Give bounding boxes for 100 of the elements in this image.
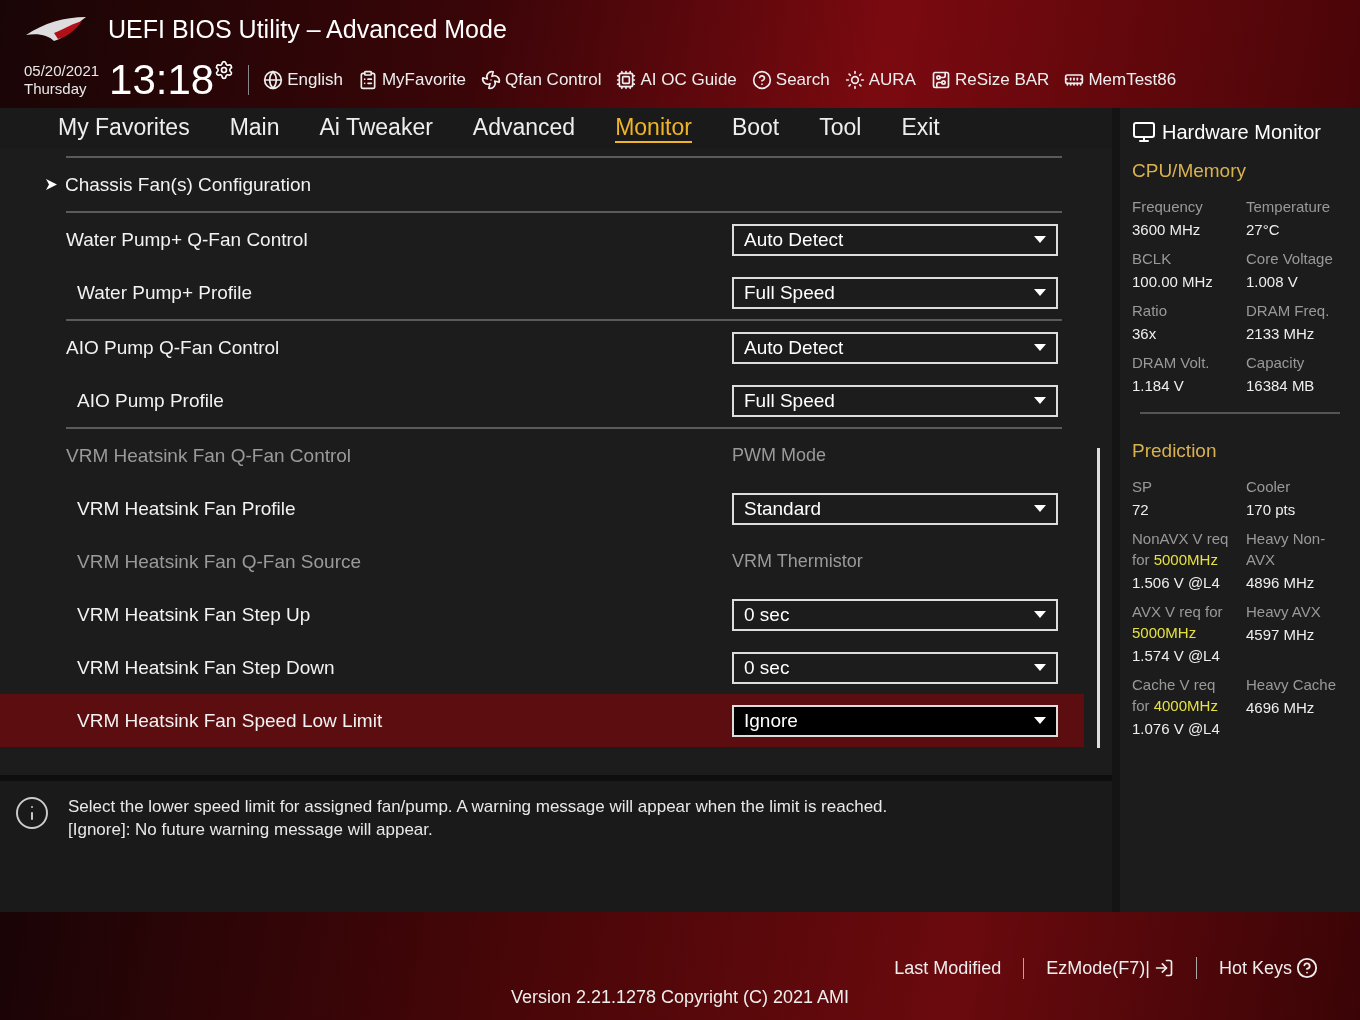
caret-icon <box>1034 236 1046 243</box>
dropdown[interactable]: Auto Detect <box>732 223 1058 256</box>
setting-row[interactable]: AIO Pump Q-Fan Control Auto Detect <box>0 321 1084 374</box>
stat-label: Heavy Non-AVX <box>1246 529 1327 570</box>
circuit-icon <box>930 70 951 90</box>
chip-icon <box>616 70 637 90</box>
footer-link[interactable]: EzMode(F7)| <box>1023 957 1196 979</box>
stat-value: 16384 MB <box>1246 377 1316 394</box>
toolbar-item[interactable]: MyFavorite <box>357 70 467 90</box>
window-title: UEFI BIOS Utility – Advanced Mode <box>108 14 507 44</box>
dropdown[interactable]: Full Speed <box>732 276 1058 309</box>
stat-value: 1.076 V @L4 <box>1132 720 1221 737</box>
arrow-icon <box>46 179 57 190</box>
globe-icon <box>263 70 284 90</box>
setting-label: Chassis Fan(s) Configuration <box>65 173 313 196</box>
stat-value: 4597 MHz <box>1246 626 1316 643</box>
section-title: Prediction <box>1132 440 1218 462</box>
stat-value: 4896 MHz <box>1246 574 1316 591</box>
caret-icon <box>1034 611 1046 618</box>
fan-icon <box>481 70 502 90</box>
stat-label: Heavy Cache <box>1246 675 1338 695</box>
setting-label: AIO Pump Q-Fan Control <box>66 336 281 359</box>
setting-value: PWM Mode <box>732 445 828 466</box>
clock-text: 13:18 <box>109 58 215 102</box>
setting-label: Water Pump+ Q-Fan Control <box>66 228 309 251</box>
stat-label: Cooler <box>1246 477 1292 497</box>
menu-tab[interactable]: Ai Tweaker <box>319 113 433 143</box>
settings-icon[interactable] <box>214 60 235 80</box>
caret-icon <box>1034 717 1046 724</box>
stat-value: 1.574 V @L4 <box>1132 647 1221 664</box>
setting-label: VRM Heatsink Fan Speed Low Limit <box>77 709 384 732</box>
menu-tab[interactable]: Monitor <box>615 113 692 143</box>
caret-icon <box>1034 289 1046 296</box>
date-text: 05/20/2021 <box>24 62 100 80</box>
setting-row[interactable]: Water Pump+ Profile Full Speed <box>0 266 1084 319</box>
setting-label: Water Pump+ Profile <box>77 281 254 304</box>
logo-icon <box>24 15 88 43</box>
stat-value: 1.184 V <box>1132 377 1185 394</box>
stat-value: 72 <box>1132 501 1150 518</box>
toolbar-item[interactable]: AI OC Guide <box>616 70 737 90</box>
dropdown[interactable]: Auto Detect <box>732 331 1058 364</box>
stat-label: DRAM Volt. <box>1132 353 1211 373</box>
help-icon <box>1296 957 1318 979</box>
toolbar-item[interactable]: MemTest86 <box>1064 70 1177 90</box>
menu-tab[interactable]: Tool <box>819 113 862 143</box>
toolbar-item[interactable]: Search <box>751 70 830 90</box>
setting-label: VRM Heatsink Fan Step Up <box>77 603 312 626</box>
stat-label: Capacity <box>1246 353 1306 373</box>
monitor-icon <box>1132 120 1156 144</box>
stat-label: SP <box>1132 477 1153 497</box>
stat-value: 1.506 V @L4 <box>1132 574 1221 591</box>
toolbar-item[interactable]: AURA <box>844 70 916 90</box>
stat-value: 1.008 V <box>1246 273 1299 290</box>
stat-value: 27°C <box>1246 221 1281 238</box>
footer-link[interactable]: Hot Keys <box>1195 957 1340 979</box>
stat-label: Ratio <box>1132 301 1169 321</box>
setting-row[interactable]: Chassis Fan(s) Configuration <box>0 158 1084 211</box>
stat-value: 2133 MHz <box>1246 325 1316 342</box>
stat-label: Heavy AVX <box>1246 602 1322 622</box>
panel-title: Hardware Monitor <box>1162 120 1321 144</box>
help-text: Select the lower speed limit for assigned fan/pump. A warning message will appear when the limit is reached. <box>68 796 888 818</box>
stat-value: 170 pts <box>1246 501 1297 518</box>
toolbar-item[interactable]: English <box>263 70 343 90</box>
stat-label: NonAVX V req for 5000MHz <box>1132 529 1230 570</box>
setting-value: VRM Thermistor <box>732 551 864 572</box>
help-icon <box>751 70 772 90</box>
stat-value: 36x <box>1132 325 1158 342</box>
setting-row[interactable]: Water Pump+ Q-Fan Control Auto Detect <box>0 213 1084 266</box>
stat-value: 3600 MHz <box>1132 221 1202 238</box>
caret-icon <box>1034 664 1046 671</box>
caret-icon <box>1034 344 1046 351</box>
menu-tab[interactable]: Boot <box>731 113 780 143</box>
caret-icon <box>1034 397 1046 404</box>
day-text: Thursday <box>24 80 88 98</box>
setting-row[interactable]: AIO Pump Profile Full Speed <box>0 374 1084 427</box>
dropdown[interactable]: Full Speed <box>732 384 1058 417</box>
help-text: [Ignore]: No future warning message will appear. <box>68 819 434 841</box>
setting-label: VRM Heatsink Fan Step Down <box>77 656 336 679</box>
menu-tab[interactable]: My Favorites <box>58 113 190 143</box>
menu-tab[interactable]: Advanced <box>472 113 576 143</box>
toolbar-item[interactable]: Qfan Control <box>481 70 602 90</box>
version-text: Version 2.21.1278 Copyright (C) 2021 AMI <box>510 987 850 1008</box>
toolbar-item[interactable]: ReSize BAR <box>930 70 1050 90</box>
stat-label: AVX V req for 5000MHz <box>1132 602 1224 643</box>
stat-label: DRAM Freq. <box>1246 301 1331 321</box>
scrollbar[interactable] <box>1097 448 1100 748</box>
stat-label: BCLK <box>1132 249 1173 269</box>
info-icon <box>14 795 50 831</box>
stat-label: Cache V req for 4000MHz <box>1132 675 1219 716</box>
menu-tab[interactable]: Main <box>229 113 280 143</box>
caret-icon <box>1034 505 1046 512</box>
stat-value: 4696 MHz <box>1246 699 1316 716</box>
menu-tab[interactable]: Exit <box>901 113 940 143</box>
sun-icon <box>844 70 865 90</box>
section-title: CPU/Memory <box>1132 160 1247 182</box>
stat-label: Temperature <box>1246 197 1332 217</box>
footer-link[interactable]: Last Modified <box>872 957 1024 979</box>
setting-label: AIO Pump Profile <box>77 389 225 412</box>
stat-label: Core Voltage <box>1246 249 1334 269</box>
stat-label: Frequency <box>1132 197 1204 217</box>
